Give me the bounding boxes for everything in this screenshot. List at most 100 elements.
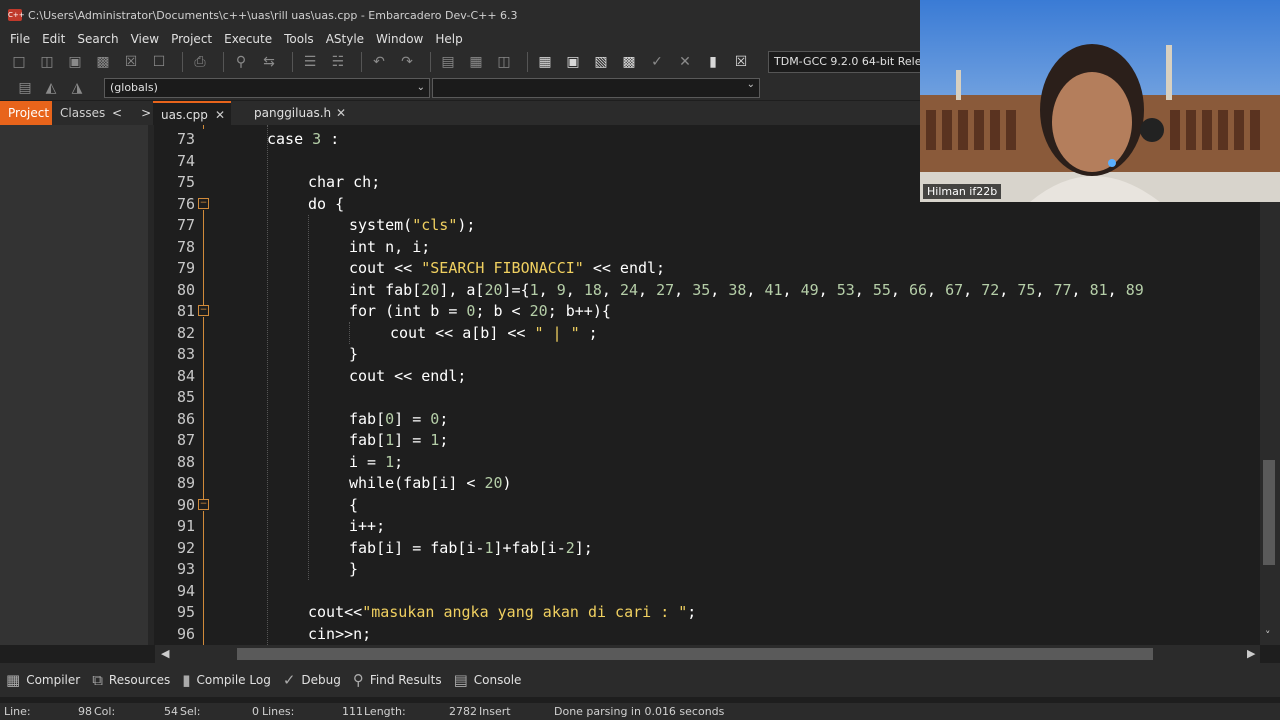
menu-help[interactable]: Help bbox=[429, 32, 468, 46]
bookmark-icon[interactable]: ◫ bbox=[493, 51, 515, 73]
replace-icon[interactable]: ⇆ bbox=[258, 51, 280, 73]
open-folder-icon[interactable]: ◫ bbox=[36, 51, 58, 73]
compile-run-icon[interactable]: ▧ bbox=[590, 51, 612, 73]
redo-icon[interactable]: ↷ bbox=[396, 51, 418, 73]
line-number: 80 bbox=[176, 280, 195, 299]
tab-compile-log[interactable]: ▮ Compile Log bbox=[182, 671, 271, 689]
vertical-scroll-thumb[interactable] bbox=[1263, 460, 1275, 565]
tab-project[interactable]: Project bbox=[0, 101, 52, 125]
scroll-right-icon[interactable]: ▶ bbox=[1247, 647, 1255, 660]
file-tab-uas-cpp[interactable]: uas.cpp ✕ bbox=[153, 101, 231, 125]
code-line: for (int b = 0; b < 20; b++){ bbox=[349, 302, 611, 320]
menu-tools[interactable]: Tools bbox=[278, 32, 320, 46]
project-panel-scrollbar[interactable] bbox=[148, 125, 154, 645]
compiler-icon: ▦ bbox=[6, 671, 21, 689]
menu-project[interactable]: Project bbox=[165, 32, 218, 46]
editor-vertical-scrollbar[interactable]: ˄ ˅ bbox=[1260, 125, 1280, 645]
code-line: cout << a[b] << " | " ; bbox=[390, 323, 598, 342]
undo-icon[interactable]: ↶ bbox=[368, 51, 390, 73]
indent-guide bbox=[267, 125, 268, 645]
code-line: cout << endl; bbox=[349, 366, 467, 385]
panel-nav-next-button[interactable]: > bbox=[141, 106, 151, 120]
scroll-left-icon[interactable]: ◀ bbox=[161, 647, 169, 660]
line-number: 85 bbox=[176, 388, 195, 406]
status-col-value: 54 bbox=[164, 705, 178, 718]
toolbar-separator bbox=[292, 52, 293, 72]
line-number: 81 bbox=[176, 302, 195, 320]
fold-collapse-icon[interactable]: − bbox=[198, 499, 209, 510]
toolbar-separator bbox=[430, 52, 431, 72]
unindent-icon[interactable]: ☵ bbox=[327, 51, 349, 73]
new-project-icon[interactable]: ▤ bbox=[437, 51, 459, 73]
file-tab-panggiluas-h[interactable]: panggiluas.h ✕ bbox=[246, 101, 352, 125]
line-number: 79 bbox=[176, 259, 195, 277]
horizontal-scroll-thumb[interactable] bbox=[237, 648, 1153, 660]
indent-guide bbox=[308, 215, 309, 580]
scope-select[interactable]: (globals) ⌄ bbox=[104, 78, 430, 98]
code-line: cout << "SEARCH FIBONACCI" << endl; bbox=[349, 259, 666, 277]
line-number-gutter: 73 74 75 76 77 78 79 80 81 82 83 84 85 8… bbox=[155, 125, 215, 645]
indent-icon[interactable]: ☰ bbox=[299, 51, 321, 73]
close-icon[interactable]: ✕ bbox=[215, 103, 225, 127]
file-tab-label: uas.cpp bbox=[161, 108, 208, 122]
menu-window[interactable]: Window bbox=[370, 32, 429, 46]
save-all-icon[interactable]: ▩ bbox=[92, 51, 114, 73]
fold-guide bbox=[203, 511, 204, 645]
debug-icon: ✓ bbox=[282, 671, 296, 689]
tab-find-results[interactable]: ⚲ Find Results bbox=[353, 671, 442, 689]
code-editor[interactable]: 73 74 75 76 77 78 79 80 81 82 83 84 85 8… bbox=[155, 125, 1260, 645]
tab-debug[interactable]: ✓ Debug bbox=[283, 671, 341, 689]
menu-file[interactable]: File bbox=[4, 32, 36, 46]
syntax-check-icon[interactable]: ✓ bbox=[646, 51, 668, 73]
run-icon[interactable]: ▣ bbox=[562, 51, 584, 73]
code-line: fab[i] = fab[i-1]+fab[i-2]; bbox=[349, 538, 593, 557]
stop-execution-icon[interactable]: ✕ bbox=[674, 51, 696, 73]
status-message: Done parsing in 0.016 seconds bbox=[554, 705, 725, 718]
save-icon[interactable]: ▣ bbox=[64, 51, 86, 73]
menu-execute[interactable]: Execute bbox=[218, 32, 278, 46]
menu-search[interactable]: Search bbox=[71, 32, 124, 46]
console-icon: ▤ bbox=[453, 671, 468, 689]
close-file-icon[interactable]: ☒ bbox=[120, 51, 142, 73]
status-sel-label: Sel: bbox=[180, 705, 201, 718]
chevron-down-icon: ⌄ bbox=[746, 79, 755, 90]
print-icon[interactable]: ⎙ bbox=[189, 51, 211, 73]
symbol-select[interactable]: ⌄ bbox=[432, 78, 760, 98]
tab-console[interactable]: ▤ Console bbox=[454, 671, 522, 689]
line-number: 91 bbox=[176, 517, 195, 535]
line-number: 94 bbox=[176, 581, 195, 600]
new-file-icon[interactable]: □ bbox=[8, 51, 30, 73]
add-to-project-icon[interactable]: ▦ bbox=[465, 51, 487, 73]
menu-view[interactable]: View bbox=[125, 32, 165, 46]
line-number: 75 bbox=[176, 173, 195, 191]
panel-nav: < > bbox=[112, 101, 151, 125]
line-number: 84 bbox=[176, 366, 195, 385]
profile-chart-icon[interactable]: ▮ bbox=[702, 51, 724, 73]
rebuild-icon[interactable]: ▩ bbox=[618, 51, 640, 73]
menu-edit[interactable]: Edit bbox=[36, 32, 71, 46]
find-icon[interactable]: ⚲ bbox=[230, 51, 252, 73]
scroll-down-icon[interactable]: ˅ bbox=[1265, 629, 1271, 642]
fold-collapse-icon[interactable]: − bbox=[198, 305, 209, 316]
close-icon[interactable]: ✕ bbox=[336, 101, 346, 125]
goto-function-icon[interactable]: ▤ bbox=[14, 77, 36, 99]
toggle-bookmark-icon[interactable]: ◭ bbox=[40, 77, 62, 99]
compile-icon[interactable]: ▦ bbox=[534, 51, 556, 73]
delete-profile-icon[interactable]: ☒ bbox=[730, 51, 752, 73]
line-number: 89 bbox=[176, 474, 195, 492]
tab-label: Resources bbox=[108, 673, 171, 687]
editor-horizontal-scrollbar[interactable]: ◀ ▶ bbox=[155, 645, 1260, 663]
goto-bookmark-icon[interactable]: ◮ bbox=[66, 77, 88, 99]
code-line: while(fab[i] < 20) bbox=[349, 474, 512, 492]
line-number: 74 bbox=[176, 151, 195, 170]
tab-resources[interactable]: ⧉ Resources bbox=[92, 671, 170, 689]
tab-compiler[interactable]: ▦ Compiler bbox=[6, 671, 80, 689]
fold-collapse-icon[interactable]: − bbox=[198, 198, 209, 209]
compiler-select[interactable]: TDM-GCC 9.2.0 64-bit Release bbox=[768, 51, 922, 73]
close-all-icon[interactable]: ☐ bbox=[148, 51, 170, 73]
bottom-panel-tabs: ▦ Compiler ⧉ Resources ▮ Compile Log ✓ D… bbox=[0, 663, 1280, 697]
menu-astyle[interactable]: AStyle bbox=[320, 32, 370, 46]
tab-classes[interactable]: Classes bbox=[52, 101, 113, 125]
panel-nav-prev-button[interactable]: < bbox=[112, 106, 122, 120]
webcam-video-frame bbox=[920, 0, 1280, 202]
